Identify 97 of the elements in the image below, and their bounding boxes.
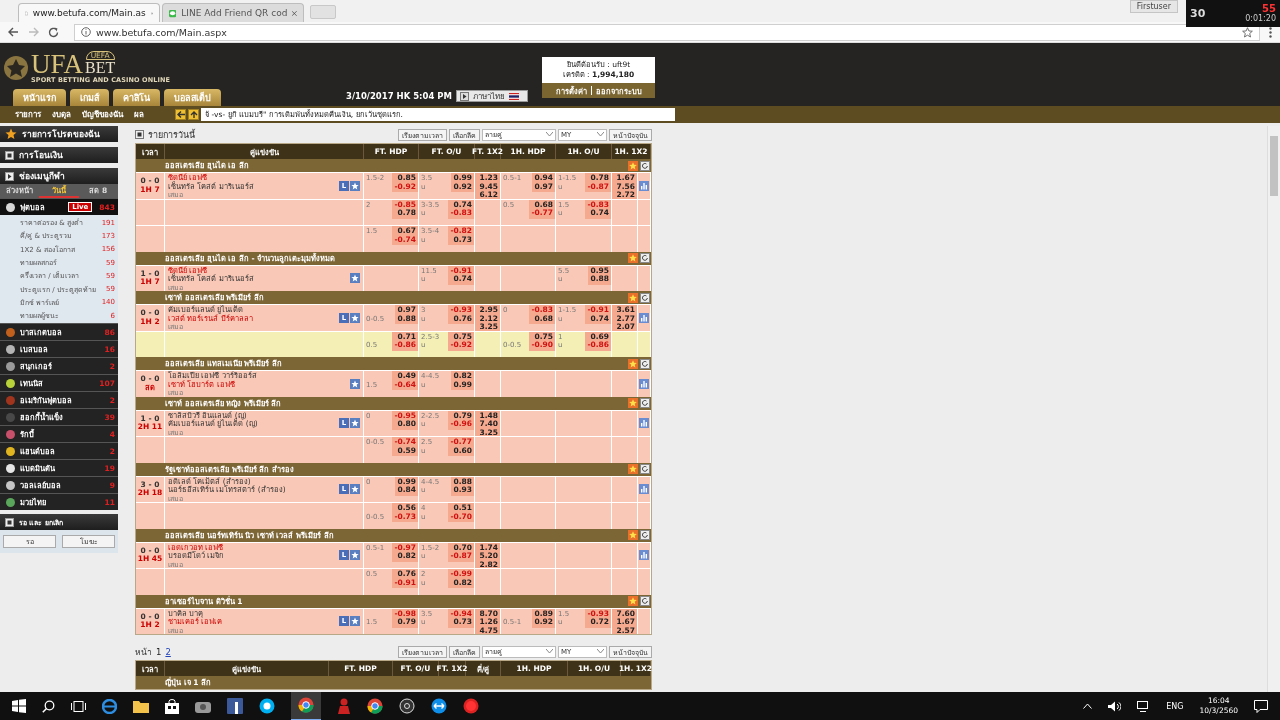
favorite-star-icon[interactable] [628, 398, 638, 408]
tab-title: LINE Add Friend QR cod [181, 8, 288, 18]
info-icon [81, 27, 91, 37]
caret-icon [546, 649, 553, 654]
browser-tab[interactable]: www.betufa.com/Main.as [18, 3, 160, 22]
app-icon[interactable] [195, 699, 211, 713]
favorite-star-icon[interactable] [628, 530, 638, 540]
flag-icon [509, 92, 519, 100]
task-view-icon[interactable] [71, 700, 86, 712]
favorite-star-icon[interactable] [628, 160, 638, 171]
bar-chart-icon[interactable] [639, 180, 649, 191]
round-app-icon [298, 697, 314, 713]
add-favorite-icon[interactable] [350, 312, 360, 323]
expand-icon [5, 171, 14, 181]
add-favorite-icon[interactable] [350, 273, 360, 284]
browser-tab[interactable]: LINE Add Friend QR cod [162, 3, 304, 22]
add-favorite-icon[interactable] [350, 180, 360, 191]
favorite-star-icon[interactable] [628, 253, 638, 263]
subnav-link[interactable]: บัญชีของฉัน [82, 108, 123, 121]
search-icon[interactable] [42, 699, 55, 713]
folder-icon[interactable] [133, 699, 149, 713]
tab-title: www.betufa.com/Main.as [32, 8, 146, 18]
back-icon[interactable] [8, 27, 19, 37]
refresh-icon[interactable] [640, 398, 650, 408]
play-icon [460, 91, 469, 101]
add-favorite-icon[interactable] [350, 484, 360, 495]
caret-icon [597, 649, 604, 654]
favorite-star-icon[interactable] [628, 358, 638, 369]
next-button[interactable] [188, 109, 199, 120]
close-icon[interactable] [292, 9, 297, 17]
favorite-star-icon[interactable] [628, 596, 638, 606]
collapse-icon[interactable] [135, 130, 144, 139]
refresh-icon[interactable] [640, 253, 650, 263]
aperture-icon[interactable] [399, 698, 415, 714]
record-icon[interactable] [463, 698, 479, 714]
figure-icon[interactable] [337, 698, 351, 714]
cloud-app-icon[interactable] [259, 698, 275, 714]
caret-icon [597, 132, 604, 137]
transfer-panel[interactable]: การโอนเงิน [0, 147, 118, 163]
logo-text: UFA [31, 52, 83, 76]
bookmark-star-icon[interactable] [1242, 26, 1253, 38]
recorder-counter: 55 [1262, 3, 1276, 14]
section-title: รายการวันนี้ [148, 128, 195, 142]
menu-icon[interactable] [1269, 26, 1272, 38]
bar-chart-icon[interactable] [639, 484, 649, 495]
bar-chart-icon[interactable] [639, 378, 649, 389]
collapse-icon [5, 517, 14, 527]
refresh-icon[interactable] [640, 358, 650, 369]
add-favorite-icon[interactable] [350, 550, 360, 561]
address-field[interactable]: www.betufa.com/Main.aspx [74, 23, 1260, 41]
refresh-icon[interactable] [640, 160, 650, 171]
refresh-icon[interactable] [640, 596, 650, 606]
square-app-icon[interactable] [227, 698, 243, 714]
favorites-panel[interactable]: รายการโปรดของฉัน [0, 126, 118, 142]
network-icon[interactable] [1137, 700, 1151, 712]
add-favorite-icon[interactable] [350, 378, 360, 389]
windows-icon[interactable] [12, 699, 26, 713]
sports-menu-panel[interactable]: ช่องเมนูกีฬา [0, 168, 118, 184]
refresh-icon[interactable] [640, 464, 650, 474]
refresh-icon[interactable] [640, 292, 650, 303]
active-taskbar-button[interactable] [291, 691, 321, 720]
ball-icon [3, 54, 29, 81]
favorite-star-icon[interactable] [628, 464, 638, 474]
round-app-icon[interactable] [367, 698, 383, 714]
star-icon [5, 128, 17, 140]
recorder-timer: 0:01:20 [1245, 14, 1276, 24]
bar-chart-icon[interactable] [639, 418, 649, 429]
chat-icon [169, 7, 177, 19]
refresh-icon[interactable] [640, 530, 650, 540]
recorder-frame-rate: 30 [1190, 7, 1206, 20]
add-favorite-icon[interactable] [350, 616, 360, 627]
add-favorite-icon[interactable] [350, 418, 360, 429]
shopping-bag-icon[interactable] [165, 698, 179, 714]
subnav-link[interactable]: งบดุล [52, 108, 71, 121]
language-button[interactable]: ภาษาไทย [456, 90, 528, 102]
bar-chart-icon[interactable] [639, 550, 649, 561]
input-language[interactable]: ENG [1166, 701, 1184, 711]
bar-chart-icon[interactable] [639, 312, 649, 323]
date-time: 3/10/2017 HK 5:04 PM [345, 90, 452, 102]
previous-button[interactable] [175, 109, 186, 120]
page-label: หน้า [135, 645, 152, 659]
profile-button[interactable]: Firstuser [1129, 0, 1178, 13]
scrollbar[interactable] [1267, 126, 1280, 692]
subnav-link[interactable]: ผล [134, 108, 144, 121]
caret-up-icon[interactable] [1083, 703, 1093, 709]
caret-icon [546, 132, 553, 137]
page-link[interactable]: 2 [165, 646, 171, 657]
subnav-link[interactable]: รายการ [15, 108, 41, 121]
speaker-icon[interactable] [1108, 700, 1122, 712]
logo-text: BET [85, 60, 116, 76]
collapse-icon [5, 150, 14, 160]
favorite-star-icon[interactable] [628, 292, 638, 303]
arrows-app-icon[interactable] [431, 698, 447, 714]
page-link[interactable]: 1 [156, 646, 162, 657]
notification-icon[interactable] [1254, 699, 1268, 713]
browser-icon[interactable] [102, 698, 117, 714]
reload-icon[interactable] [48, 26, 59, 38]
